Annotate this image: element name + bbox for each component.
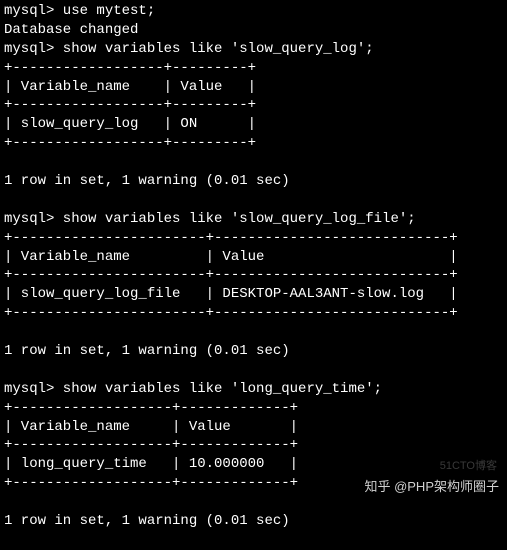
terminal-line xyxy=(4,153,503,172)
terminal-line: +------------------+---------+ xyxy=(4,59,503,78)
terminal-line: mysql> show variables like 'slow_query_l… xyxy=(4,210,503,229)
watermark-blog: 51CTO博客 xyxy=(440,459,497,474)
terminal-line: | Variable_name | Value | xyxy=(4,248,503,267)
terminal-line: +-------------------+-------------+ xyxy=(4,399,503,418)
terminal-line: +-------------------+-------------+ xyxy=(4,436,503,455)
terminal-output: mysql> use mytest;Database changedmysql>… xyxy=(4,2,503,550)
terminal-line: +------------------+---------+ xyxy=(4,134,503,153)
terminal-line: +-----------------------+---------------… xyxy=(4,229,503,248)
terminal-line: mysql> show variables like 'slow_query_l… xyxy=(4,40,503,59)
terminal-line: 1 row in set, 1 warning (0.01 sec) xyxy=(4,512,503,531)
terminal-line: Database changed xyxy=(4,21,503,40)
terminal-line xyxy=(4,191,503,210)
terminal-line: mysql> use mytest; xyxy=(4,2,503,21)
terminal-line xyxy=(4,531,503,550)
terminal-line: mysql> show variables like 'long_query_t… xyxy=(4,380,503,399)
terminal-line: | long_query_time | 10.000000 | xyxy=(4,455,503,474)
terminal-line: | slow_query_log | ON | xyxy=(4,115,503,134)
terminal-line: | slow_query_log_file | DESKTOP-AAL3ANT-… xyxy=(4,285,503,304)
terminal-line: | Variable_name | Value | xyxy=(4,418,503,437)
terminal-line: 1 row in set, 1 warning (0.01 sec) xyxy=(4,172,503,191)
terminal-line xyxy=(4,323,503,342)
terminal-line xyxy=(4,361,503,380)
terminal-line: +-----------------------+---------------… xyxy=(4,266,503,285)
terminal-line: | Variable_name | Value | xyxy=(4,78,503,97)
watermark-zhihu: 知乎 @PHP架构师圈子 xyxy=(364,478,499,496)
terminal-line: 1 row in set, 1 warning (0.01 sec) xyxy=(4,342,503,361)
terminal-line: +-----------------------+---------------… xyxy=(4,304,503,323)
terminal-line: +------------------+---------+ xyxy=(4,96,503,115)
